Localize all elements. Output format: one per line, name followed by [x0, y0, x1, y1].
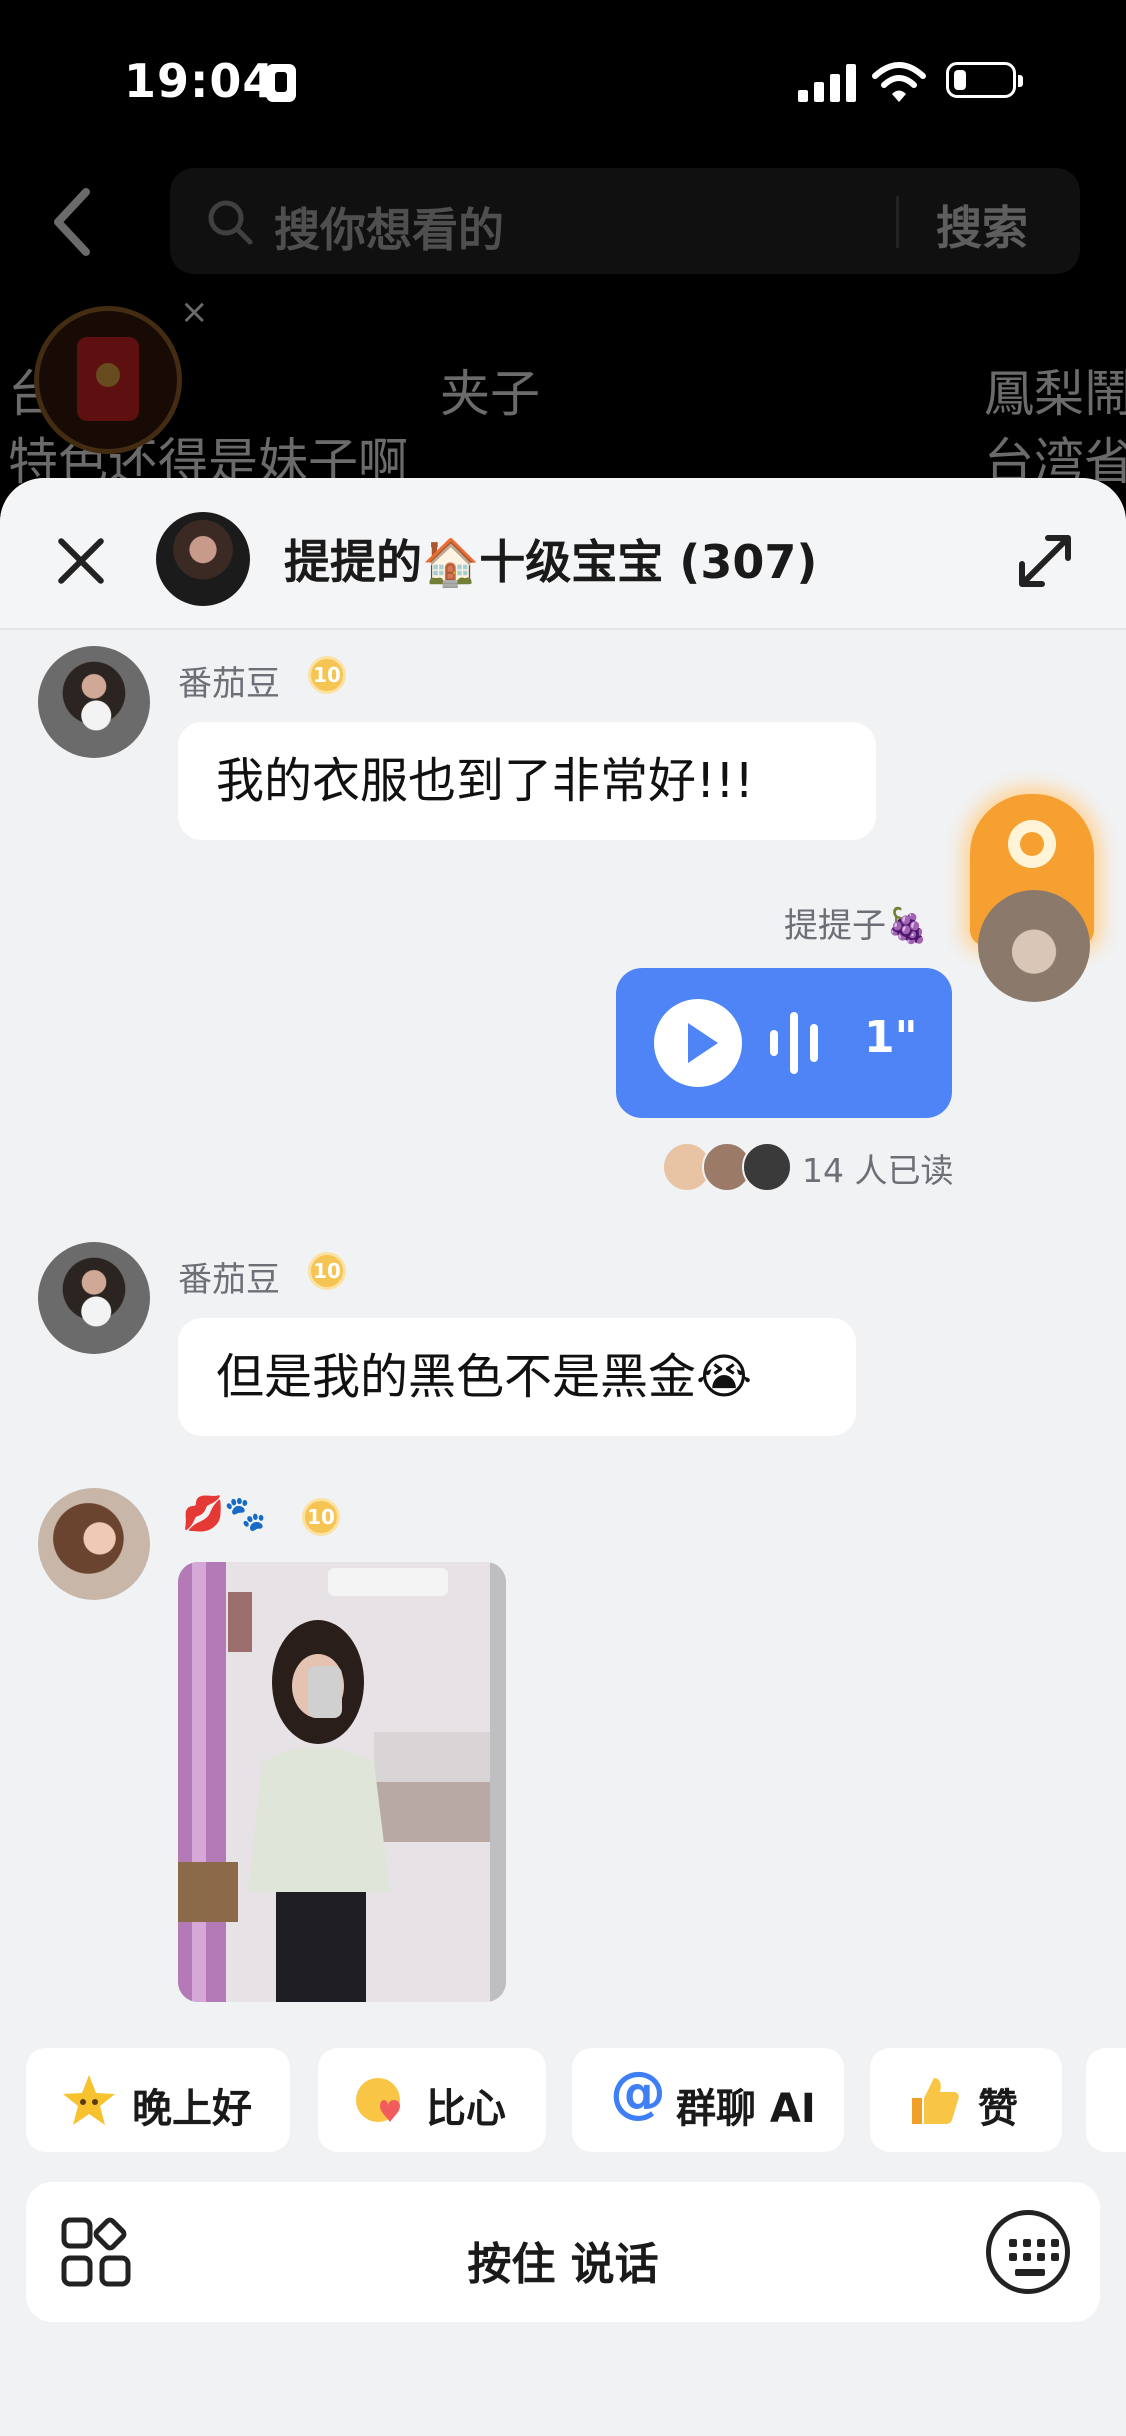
quick-reply-label: 群聊 AI	[676, 2086, 816, 2132]
group-avatar[interactable]	[156, 512, 250, 606]
voice-input-bar[interactable]: 按住 说话	[26, 2182, 1100, 2322]
heart-hands-icon	[356, 2078, 400, 2122]
avatar[interactable]	[38, 646, 150, 758]
image-message[interactable]	[178, 1562, 506, 2002]
red-envelope-icon[interactable]	[34, 306, 182, 454]
quick-reply-label: 晚上好	[132, 2086, 252, 2132]
avatar[interactable]	[38, 1488, 150, 1600]
reader-avatars[interactable]	[662, 1142, 792, 1192]
quick-reply-heart[interactable]: 比心	[318, 2048, 546, 2152]
quick-reply-group-ai[interactable]: @ 群聊 AI	[572, 2048, 844, 2152]
search-placeholder: 搜你想看的	[274, 203, 504, 257]
avatar[interactable]	[978, 890, 1090, 1002]
hold-to-talk-label[interactable]: 按住 说话	[26, 2228, 1100, 2292]
quick-reply-like[interactable]: 赞	[870, 2048, 1062, 2152]
search-divider	[896, 196, 899, 248]
avatar[interactable]	[38, 1242, 150, 1354]
status-bar: 19:04	[0, 0, 1126, 160]
quick-reply-good-evening[interactable]: 晚上好	[26, 2048, 290, 2152]
level-badge: 10	[308, 1252, 346, 1290]
background-page: 搜你想看的 搜索 × 台…省 夹子 鳳梨鬧 特色还得是妹子啊 台湾省	[0, 160, 1126, 491]
sender-name: 番茄豆	[178, 1260, 280, 1300]
quick-reply-more[interactable]	[1086, 2048, 1126, 2152]
topic-item[interactable]: 夹子	[440, 354, 540, 426]
chat-header: 提提的🏠十级宝宝 (307)	[0, 478, 1126, 630]
back-arrow-icon[interactable]	[42, 182, 102, 262]
search-icon	[208, 200, 253, 245]
message-bubble[interactable]: 我的衣服也到了非常好!!!	[178, 722, 876, 840]
orientation-lock-icon	[266, 64, 296, 102]
topic-item[interactable]: 鳳梨鬧	[984, 354, 1126, 426]
message-bubble[interactable]: 但是我的黑色不是黑金😭	[178, 1318, 856, 1436]
search-bar[interactable]: 搜你想看的 搜索	[170, 168, 1080, 274]
star-face-icon	[63, 2075, 115, 2125]
quick-reply-label: 赞	[978, 2086, 1018, 2132]
read-receipt[interactable]: 14 人已读	[802, 1144, 953, 1192]
sender-name: 提提子🍇	[784, 906, 929, 946]
cellular-signal-icon	[798, 64, 856, 102]
expand-icon[interactable]	[1016, 532, 1074, 590]
status-time: 19:04	[124, 54, 276, 108]
battery-icon	[946, 62, 1023, 98]
thumbs-up-icon	[912, 2078, 959, 2124]
keyboard-icon[interactable]	[986, 2210, 1070, 2294]
voice-message[interactable]: 1"	[616, 968, 952, 1118]
play-icon[interactable]	[654, 999, 742, 1087]
group-chat-sheet: 提提的🏠十级宝宝 (307) 番茄豆 10 我的衣服也到了非常好!!! 提提子🍇…	[0, 478, 1126, 2436]
voice-duration: 1"	[864, 1012, 918, 1063]
close-icon[interactable]: ×	[180, 292, 209, 332]
sender-name: 番茄豆	[178, 664, 280, 704]
close-icon[interactable]	[54, 534, 108, 588]
at-sign-icon: @	[610, 2060, 666, 2125]
search-button[interactable]: 搜索	[936, 192, 1028, 258]
voice-wave-icon	[770, 1012, 820, 1074]
group-title[interactable]: 提提的🏠十级宝宝 (307)	[284, 526, 817, 592]
level-badge: 10	[308, 656, 346, 694]
quick-reply-label: 比心	[426, 2086, 506, 2132]
wifi-icon	[872, 62, 926, 102]
sender-name: 💋🐾	[182, 1494, 267, 1534]
level-badge: 10	[302, 1498, 340, 1536]
